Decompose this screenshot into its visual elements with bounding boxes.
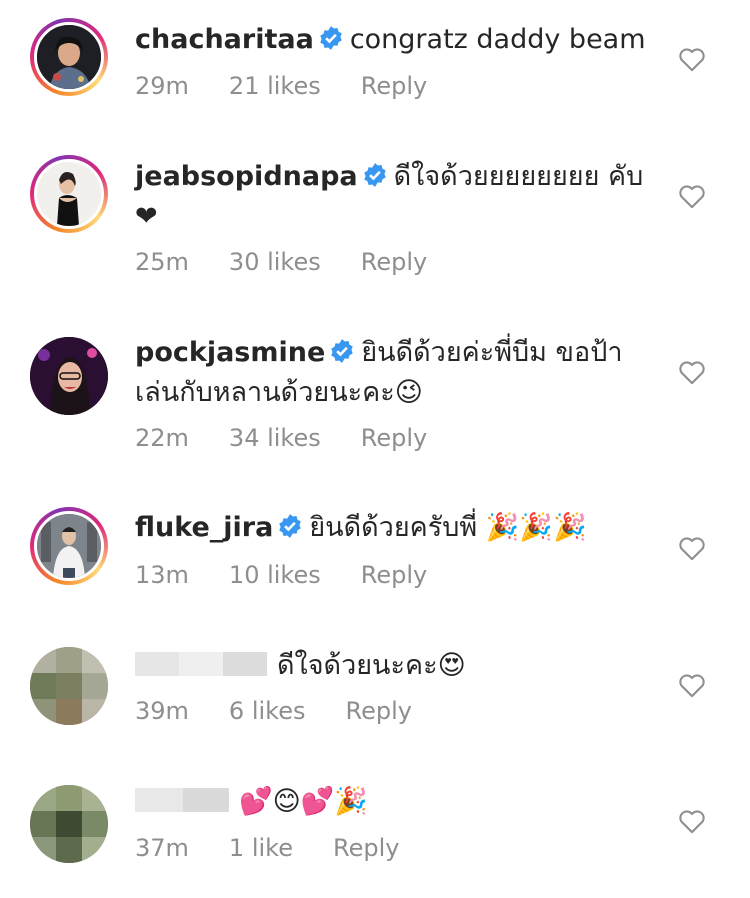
avatar-photo — [37, 514, 101, 578]
redacted-username — [135, 652, 267, 676]
verified-badge-icon — [331, 339, 354, 363]
comment-meta: 13m 10 likes Reply — [135, 561, 467, 589]
avatar[interactable] — [30, 155, 108, 233]
avatar-photo — [30, 337, 108, 415]
reply-button[interactable]: Reply — [333, 834, 399, 862]
comment-meta: 25m 30 likes Reply — [135, 248, 467, 276]
comment-time: 39m — [135, 697, 189, 725]
comment-likes[interactable]: 6 likes — [229, 697, 306, 725]
comment-username[interactable]: chacharitaa — [135, 24, 314, 55]
verified-badge-icon — [320, 26, 342, 50]
comment-time: 29m — [135, 72, 189, 100]
avatar-photo — [37, 25, 101, 89]
avatar[interactable] — [30, 337, 108, 415]
reply-button[interactable]: Reply — [345, 697, 411, 725]
avatar[interactable] — [30, 18, 108, 96]
comment-text: 💕😊💕🎉 — [239, 786, 369, 817]
heart-icon[interactable] — [678, 183, 706, 209]
heart-icon[interactable] — [678, 808, 706, 834]
comment-meta: 29m 21 likes Reply — [135, 72, 467, 100]
heart-icon[interactable] — [678, 672, 706, 698]
comment-body: 💕😊💕🎉 — [135, 782, 655, 822]
comment-text: congratz daddy beam — [349, 24, 646, 55]
avatar-blurred — [30, 785, 108, 863]
comment-meta: 22m 34 likes Reply — [135, 424, 467, 452]
heart-icon[interactable] — [678, 46, 706, 72]
comment-body: chacharitaa congratz daddy beam — [135, 20, 655, 60]
comment-time: 25m — [135, 248, 189, 276]
comment-body: jeabsopidnapa ดีใจด้วยยยยยยยย คับ❤ — [135, 157, 655, 237]
comment-body: ดีใจด้วยนะคะ😍 — [135, 646, 655, 686]
comment-username[interactable]: pockjasmine — [135, 337, 325, 368]
heart-icon[interactable] — [678, 359, 706, 385]
reply-button[interactable]: Reply — [361, 72, 427, 100]
comment-text: ดีใจด้วยนะคะ😍 — [277, 650, 466, 681]
comment-likes[interactable]: 34 likes — [229, 424, 321, 452]
comment-time: 22m — [135, 424, 189, 452]
avatar-photo — [37, 162, 101, 226]
comment-username[interactable]: fluke_jira — [135, 512, 273, 543]
heart-icon[interactable] — [678, 535, 706, 561]
avatar[interactable] — [30, 785, 108, 863]
comment-body: fluke_jira ยินดีด้วยครับพี่ 🎉🎉🎉 — [135, 508, 655, 548]
comment-likes[interactable]: 1 like — [229, 834, 293, 862]
redacted-username — [135, 788, 229, 812]
reply-button[interactable]: Reply — [361, 424, 427, 452]
avatar-blurred — [30, 647, 108, 725]
comment-likes[interactable]: 21 likes — [229, 72, 321, 100]
comment-time: 13m — [135, 561, 189, 589]
comment-username[interactable]: jeabsopidnapa — [135, 161, 358, 192]
reply-button[interactable]: Reply — [361, 561, 427, 589]
comment-meta: 37m 1 like Reply — [135, 834, 439, 862]
avatar[interactable] — [30, 647, 108, 725]
comment-likes[interactable]: 30 likes — [229, 248, 321, 276]
verified-badge-icon — [279, 514, 302, 538]
comment-body: pockjasmine ยินดีด้วยค่ะพี่บีม ขอป้าเล่นก… — [135, 333, 655, 413]
comment-meta: 39m 6 likes Reply — [135, 697, 452, 725]
avatar[interactable] — [30, 507, 108, 585]
comment-likes[interactable]: 10 likes — [229, 561, 321, 589]
reply-button[interactable]: Reply — [361, 248, 427, 276]
comment-text: ยินดีด้วยครับพี่ 🎉🎉🎉 — [309, 512, 587, 543]
verified-badge-icon — [363, 163, 386, 187]
comment-time: 37m — [135, 834, 189, 862]
